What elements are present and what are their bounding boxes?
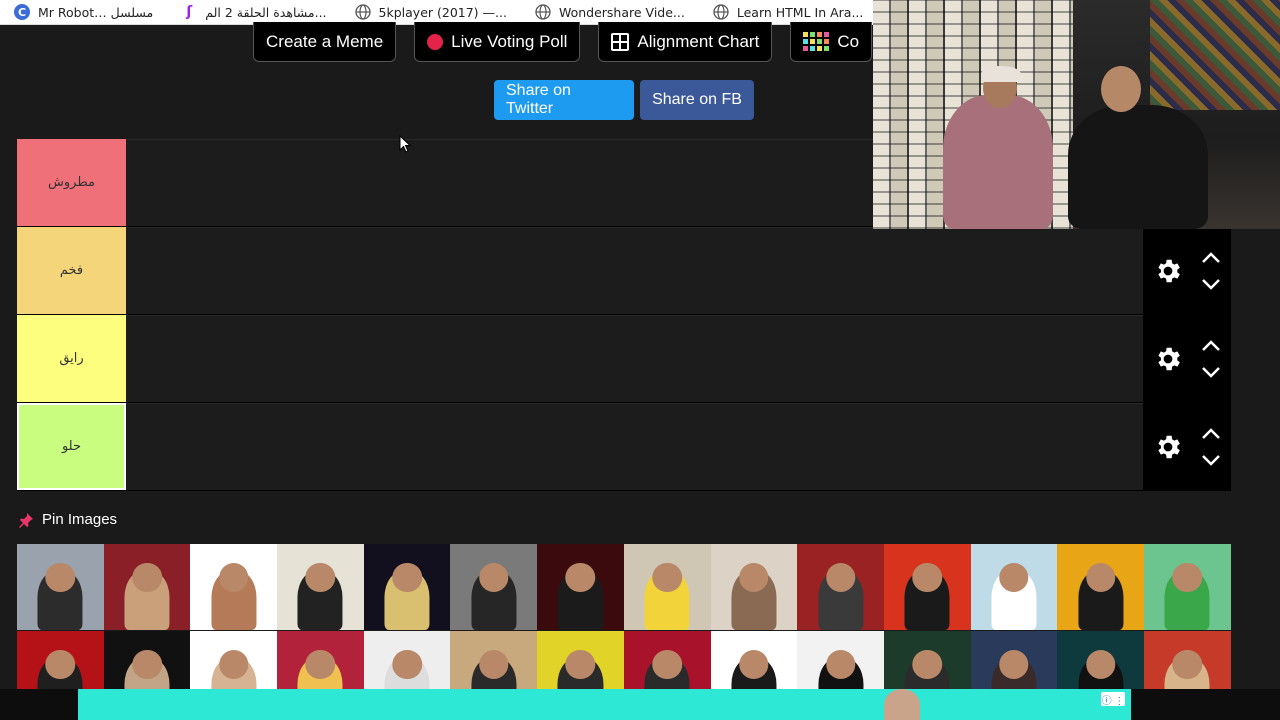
live-voting-poll-label: Live Voting Poll bbox=[451, 31, 568, 51]
s-logo-icon: ʃ bbox=[186, 4, 193, 20]
chevron-down-icon[interactable] bbox=[1201, 278, 1221, 291]
color-grid-icon bbox=[803, 32, 830, 51]
pin-image-thumb[interactable] bbox=[797, 544, 884, 630]
mouse-cursor-icon bbox=[399, 135, 411, 153]
record-dot-icon bbox=[427, 33, 444, 50]
ad-info-icon[interactable]: ⓘ ⋮ bbox=[1101, 692, 1125, 707]
wall-art-image bbox=[1150, 0, 1280, 110]
c-logo-icon: C bbox=[14, 4, 30, 20]
pushpin-icon bbox=[19, 512, 33, 528]
create-meme-button[interactable]: Create a Meme bbox=[253, 22, 397, 62]
tier-drop-zone[interactable] bbox=[126, 403, 1143, 490]
globe-icon bbox=[535, 4, 551, 20]
ad-person-image bbox=[884, 689, 920, 720]
pin-image-thumb[interactable] bbox=[1143, 544, 1231, 630]
tier-label[interactable]: مطروش bbox=[17, 139, 126, 226]
color-grid-button[interactable]: Co bbox=[790, 22, 873, 62]
person-right-head bbox=[1101, 66, 1141, 112]
chevron-down-icon[interactable] bbox=[1201, 366, 1221, 379]
pin-image-thumb[interactable] bbox=[970, 544, 1058, 630]
pin-image-thumb[interactable] bbox=[17, 544, 104, 630]
pin-image-thumb[interactable] bbox=[1057, 544, 1144, 630]
chevron-up-icon[interactable] bbox=[1201, 251, 1221, 264]
tier-row: فخم bbox=[17, 227, 1231, 315]
pin-image-thumb[interactable] bbox=[363, 544, 451, 630]
tier-drop-zone[interactable] bbox=[126, 315, 1143, 402]
ad-banner[interactable]: ⓘ ⋮ bbox=[78, 689, 1131, 720]
alignment-chart-label: Alignment Chart bbox=[637, 31, 760, 51]
tier-controls bbox=[1143, 227, 1231, 314]
bookmark-item[interactable]: Learn HTML In Ara... bbox=[699, 4, 878, 20]
bookmark-label: Wondershare Vide... bbox=[558, 4, 685, 20]
tier-label[interactable]: رايق bbox=[17, 315, 126, 402]
globe-icon bbox=[354, 4, 371, 20]
pin-image-thumb[interactable] bbox=[103, 544, 191, 630]
create-meme-label: Create a Meme bbox=[266, 31, 384, 51]
tier-label[interactable]: فخم bbox=[17, 227, 126, 314]
bookmark-label: 5kplayer (2017) —... bbox=[378, 4, 507, 20]
pin-image-thumb[interactable] bbox=[190, 544, 278, 630]
bookmark-label: Mr Robot… مسلسل bbox=[38, 4, 154, 20]
person-left bbox=[943, 95, 1053, 229]
live-voting-poll-button[interactable]: Live Voting Poll bbox=[414, 22, 581, 62]
tool-buttons: Create a Meme Live Voting Poll Alignment… bbox=[253, 22, 873, 62]
chevron-up-icon[interactable] bbox=[1201, 339, 1221, 352]
pin-image-thumb[interactable] bbox=[883, 544, 971, 630]
pin-image-thumb[interactable] bbox=[277, 544, 364, 630]
pin-image-thumb[interactable] bbox=[623, 544, 711, 630]
tier-row: رايق bbox=[17, 315, 1231, 403]
globe-icon bbox=[713, 4, 729, 20]
tier-controls bbox=[1143, 403, 1231, 490]
bookmark-item[interactable]: ʃ مشاهدة الحلقة 2 الم... bbox=[167, 4, 340, 20]
gear-icon[interactable] bbox=[1153, 432, 1183, 462]
color-grid-label: Co bbox=[837, 31, 860, 51]
bookmark-item[interactable]: C Mr Robot… مسلسل bbox=[0, 4, 167, 20]
cap-icon bbox=[981, 66, 1021, 82]
gear-icon[interactable] bbox=[1153, 256, 1183, 286]
tier-drop-zone[interactable] bbox=[126, 227, 1143, 314]
pin-image-thumb[interactable] bbox=[710, 544, 798, 630]
chevron-up-icon[interactable] bbox=[1201, 427, 1221, 440]
pin-images-title: Pin Images bbox=[42, 511, 118, 528]
alignment-chart-button[interactable]: Alignment Chart bbox=[598, 22, 773, 62]
share-fb-button[interactable]: Share on FB bbox=[640, 80, 754, 120]
bookmark-label: Learn HTML In Ara... bbox=[736, 4, 864, 20]
webcam-overlay bbox=[873, 0, 1280, 229]
bookmark-item[interactable]: Wondershare Vide... bbox=[521, 4, 699, 20]
pin-image-thumb[interactable] bbox=[450, 544, 538, 630]
grid-icon bbox=[611, 32, 630, 51]
share-buttons: Share on Twitter Share on FB bbox=[494, 80, 754, 120]
bookmark-item[interactable]: 5kplayer (2017) —... bbox=[341, 4, 521, 20]
person-right bbox=[1068, 105, 1208, 229]
share-twitter-button[interactable]: Share on Twitter bbox=[494, 80, 634, 120]
tier-row: حلو bbox=[17, 403, 1231, 491]
pin-image-thumb[interactable] bbox=[537, 544, 624, 630]
pin-images-header[interactable]: Pin Images bbox=[18, 511, 117, 528]
chevron-down-icon[interactable] bbox=[1201, 454, 1221, 467]
gear-icon[interactable] bbox=[1153, 344, 1183, 374]
tier-label[interactable]: حلو bbox=[17, 403, 126, 490]
tier-controls bbox=[1143, 315, 1231, 402]
bookmark-label: مشاهدة الحلقة 2 الم... bbox=[205, 4, 327, 20]
